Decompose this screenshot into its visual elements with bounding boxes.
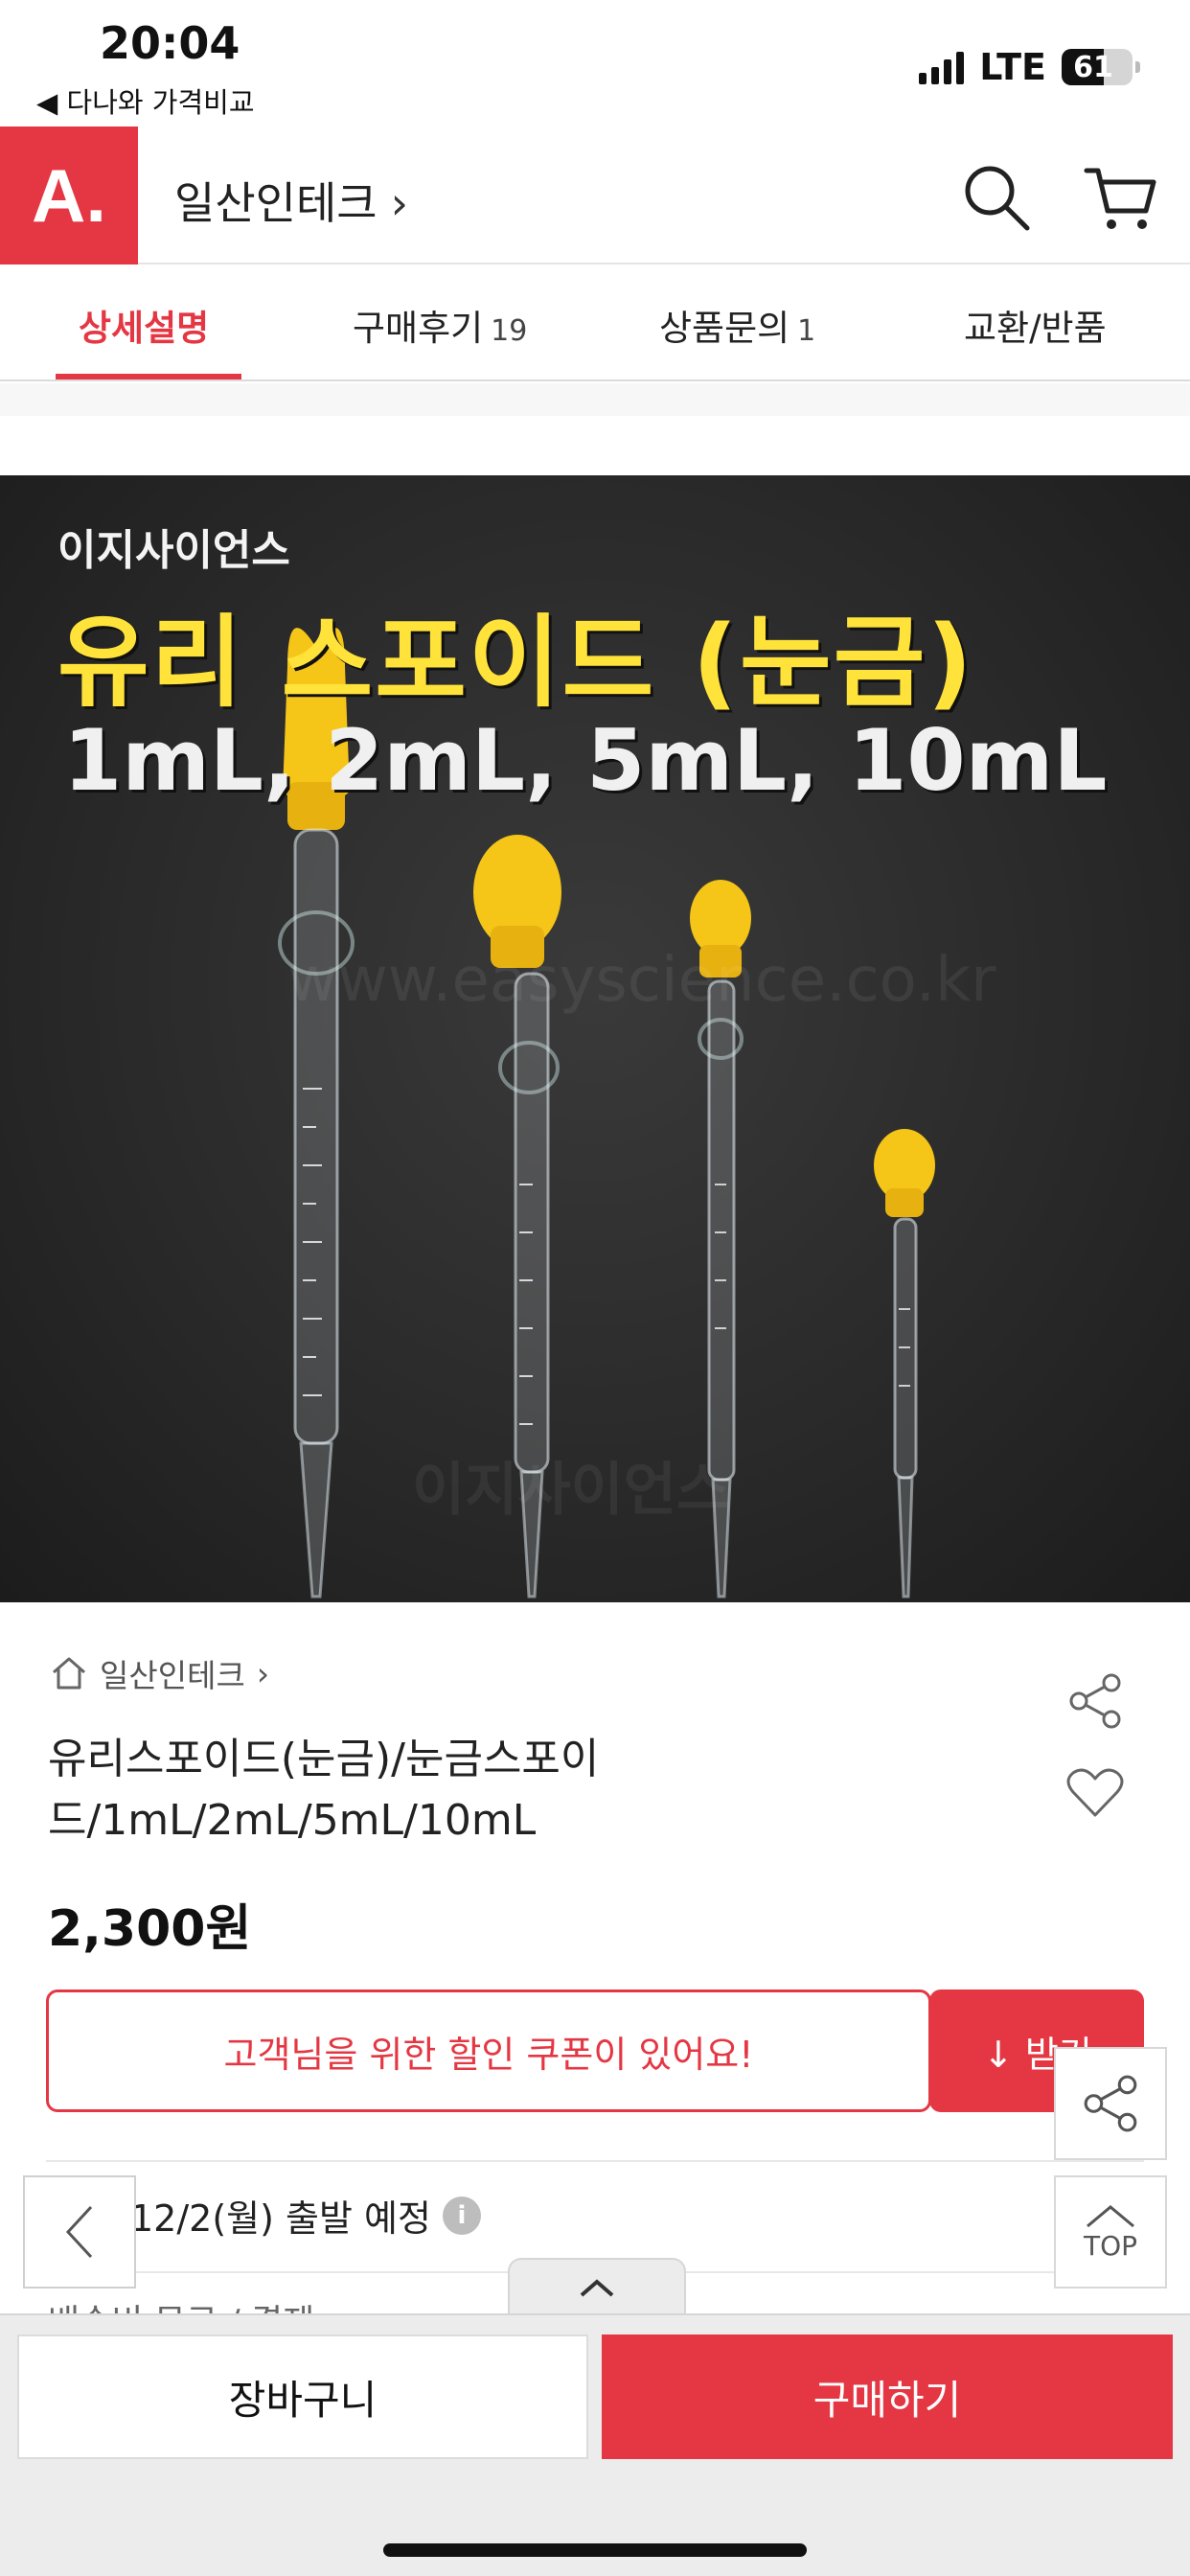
battery-level: 61 [1073, 51, 1113, 84]
app-logo[interactable]: A. [0, 126, 138, 264]
tab-label: 상품문의 [659, 308, 790, 349]
home-icon [53, 1657, 85, 1690]
status-time: 20:04 [100, 17, 240, 69]
back-to-app-link[interactable]: ◀ 다나와 가격비교 [36, 80, 255, 121]
heart-icon[interactable] [1065, 1765, 1125, 1819]
spacer-strip [0, 383, 1190, 416]
store-name-link[interactable]: 일산인테크 › [174, 169, 408, 232]
share-icon [1084, 2075, 1137, 2132]
battery-icon: 61 [1062, 49, 1140, 85]
product-price: 2,300원 [48, 1900, 252, 1958]
image-brand: 이지사이언스 [57, 526, 290, 575]
product-title: 유리스포이드(눈금)/눈금스포이드/1mL/2mL/5mL/10mL [48, 1735, 600, 1845]
pipette-1ml [874, 1129, 935, 1598]
shipping-info: 12/2(월) 출발 예정 i [130, 2189, 481, 2242]
product-image[interactable]: www.easyscience.co.kr 이지사이언스 이지사이언스 유리 스… [0, 475, 1190, 1602]
shipping-text: 12/2(월) 출발 예정 [130, 2197, 431, 2240]
status-bar: 20:04 ◀ 다나와 가격비교 LTE 61 [0, 0, 1190, 125]
inquiry-count: 1 [797, 314, 816, 348]
scroll-top-button[interactable]: TOP [1054, 2175, 1167, 2288]
coupon-banner[interactable]: 고객님을 위한 할인 쿠폰이 있어요! [46, 1990, 931, 2112]
chevron-right-icon: › [256, 1654, 270, 1692]
floating-back-button[interactable] [23, 2175, 136, 2288]
home-indicator[interactable] [383, 2543, 807, 2557]
coupon-message: 고객님을 위한 할인 쿠폰이 있어요! [223, 2033, 754, 2076]
tab-label: 구매후기 [353, 308, 484, 349]
image-sizes: 1mL, 2mL, 5mL, 10mL [63, 711, 1108, 810]
chevron-up-icon [1087, 2204, 1134, 2227]
divider [46, 2160, 1144, 2162]
purchase-bar: 장바구니 구매하기 [0, 2313, 1190, 2576]
chevron-left-icon [65, 2205, 93, 2259]
tab-label: 교환/반품 [964, 308, 1107, 349]
scroll-top-label: TOP [1083, 2229, 1138, 2262]
chevron-right-icon: › [390, 177, 409, 229]
tab-inquiries[interactable]: 상품문의 1 [659, 299, 815, 351]
product-tabs: 상세설명 구매후기 19 상품문의 1 교환/반품 [0, 266, 1190, 381]
tab-reviews[interactable]: 구매후기 19 [353, 299, 527, 351]
breadcrumb-store: 일산인테크 [100, 1657, 245, 1694]
chevron-up-icon [580, 2279, 614, 2297]
share-icon[interactable] [1065, 1671, 1125, 1731]
image-watermark-brand: 이지사이언스 [412, 1457, 730, 1524]
app-header: A. 일산인테크 › [0, 126, 1190, 264]
search-icon[interactable] [960, 161, 1033, 234]
tab-details[interactable]: 상세설명 [79, 299, 209, 351]
status-indicators: LTE 61 [919, 46, 1140, 88]
info-icon[interactable]: i [442, 2196, 481, 2235]
store-breadcrumb[interactable]: 일산인테크 › [50, 1650, 269, 1696]
store-name: 일산인테크 [174, 177, 378, 229]
tab-label: 상세설명 [79, 308, 210, 349]
network-label: LTE [979, 46, 1046, 88]
image-title: 유리 스포이드 (눈금) [57, 604, 974, 721]
tab-exchange-return[interactable]: 교환/반품 [964, 299, 1107, 351]
floating-share-button[interactable] [1054, 2047, 1167, 2160]
cart-icon[interactable] [1083, 161, 1159, 234]
image-watermark: www.easyscience.co.kr [287, 945, 996, 1016]
buy-now-button[interactable]: 구매하기 [602, 2334, 1173, 2459]
add-to-cart-button[interactable]: 장바구니 [17, 2334, 588, 2459]
active-tab-indicator [56, 374, 241, 380]
review-count: 19 [491, 314, 528, 348]
expand-options-handle[interactable] [508, 2258, 686, 2315]
signal-icon [919, 50, 965, 84]
